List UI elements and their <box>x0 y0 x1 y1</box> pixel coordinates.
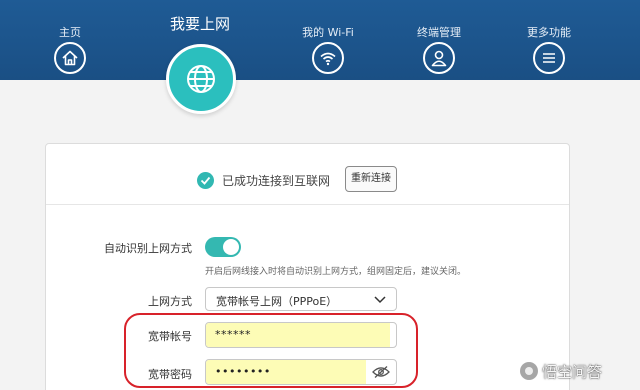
watermark-logo-icon <box>520 362 538 380</box>
auto-detect-toggle[interactable] <box>205 237 241 257</box>
globe-icon <box>166 44 236 114</box>
top-nav-bar: 主页 我的 Wi-Fi 终端管理 更多功能 <box>0 0 640 80</box>
wifi-icon <box>312 42 344 74</box>
reconnect-button[interactable]: 重新连接 <box>345 166 397 192</box>
nav-more-label: 更多功能 <box>527 26 571 39</box>
watermark: 悟空问答 <box>520 360 602 382</box>
home-icon <box>54 42 86 74</box>
check-icon <box>197 171 214 189</box>
nav-item-more[interactable]: 更多功能 <box>494 0 604 80</box>
nav-home-label: 主页 <box>59 26 81 39</box>
nav-internet-label: 我要上网 <box>169 15 230 33</box>
watermark-text: 悟空问答 <box>542 362 603 381</box>
nav-item-wifi[interactable]: 我的 Wi-Fi <box>273 0 383 80</box>
auto-detect-hint: 开启后网线接入时将自动识别上网方式，组网固定后，建议关闭。 <box>205 267 467 277</box>
auto-detect-label: 自动识别上网方式 <box>104 242 192 255</box>
chevron-down-icon <box>374 296 386 304</box>
divider <box>46 204 569 205</box>
nav-wifi-label: 我的 Wi-Fi <box>302 26 354 39</box>
nav-devices-label: 终端管理 <box>417 26 461 39</box>
menu-icon <box>533 42 565 74</box>
user-icon <box>423 42 455 74</box>
nav-item-devices[interactable]: 终端管理 <box>384 0 494 80</box>
annotation-highlight <box>124 313 418 388</box>
connection-status: 已成功连接到互联网 <box>197 168 330 192</box>
status-text: 已成功连接到互联网 <box>222 173 331 188</box>
mode-value: 宽带帐号上网（PPPoE） <box>216 295 338 308</box>
nav-item-home[interactable]: 主页 <box>15 0 125 80</box>
mode-label: 上网方式 <box>148 295 192 308</box>
nav-item-internet[interactable]: 我要上网 <box>145 0 255 120</box>
mode-select[interactable]: 宽带帐号上网（PPPoE） <box>205 287 397 311</box>
toggle-knob <box>223 239 239 255</box>
